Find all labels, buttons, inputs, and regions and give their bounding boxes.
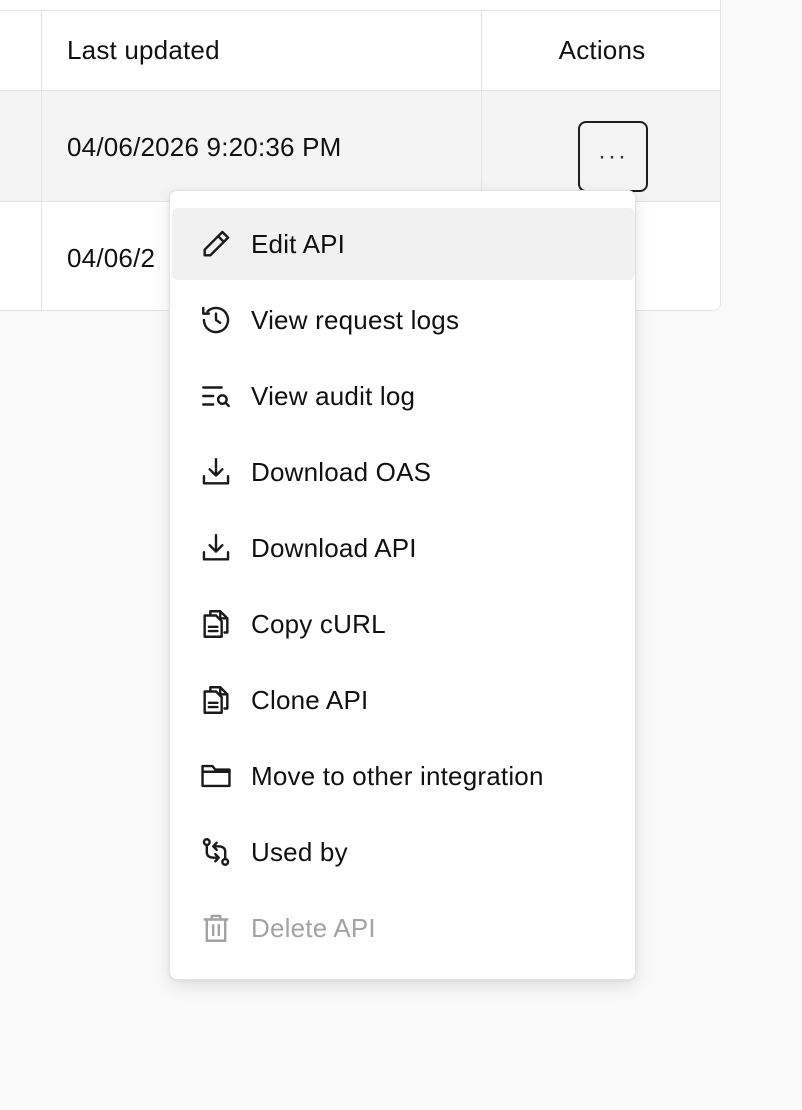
menu-item-move-to-other-integration[interactable]: Move to other integration [172, 740, 635, 812]
column-header-last-updated[interactable]: Last updated [67, 35, 220, 66]
menu-item-label: Used by [251, 836, 348, 867]
menu-item-label: Clone API [251, 684, 369, 715]
download-icon [198, 530, 234, 566]
pencil-icon [198, 226, 234, 262]
git-compare-icon [198, 834, 234, 870]
menu-item-download-api[interactable]: Download API [172, 512, 635, 584]
column-header-actions: Actions [558, 35, 646, 65]
menu-item-used-by[interactable]: Used by [172, 816, 635, 888]
more-horizontal-icon: ··· [598, 142, 628, 170]
copy-file-icon [198, 606, 234, 642]
trash-icon [198, 910, 234, 946]
column-divider [41, 10, 42, 310]
last-updated-cell: 04/06/2 [67, 243, 156, 273]
table-header-row: Last updated Actions [0, 10, 720, 90]
download-icon [198, 454, 234, 490]
list-search-icon [198, 378, 234, 414]
folder-icon [198, 758, 234, 794]
row-actions-more-button[interactable]: ··· [578, 121, 648, 192]
menu-item-label: Move to other integration [251, 760, 544, 791]
last-updated-cell: 04/06/2026 9:20:36 PM [67, 132, 342, 162]
copy-file-icon [198, 682, 234, 718]
menu-item-label: Download OAS [251, 456, 432, 487]
menu-item-clone-api[interactable]: Clone API [172, 664, 635, 736]
menu-item-label: Delete API [251, 912, 376, 943]
menu-item-label: Edit API [251, 228, 346, 259]
menu-item-label: Copy cURL [251, 608, 386, 639]
row-actions-menu: Edit API View request logs View audit lo… [169, 190, 636, 980]
history-icon [198, 302, 234, 338]
menu-item-label: View audit log [251, 380, 416, 411]
menu-item-edit-api[interactable]: Edit API [172, 208, 635, 280]
menu-item-copy-curl[interactable]: Copy cURL [172, 588, 635, 660]
menu-item-download-oas[interactable]: Download OAS [172, 436, 635, 508]
menu-item-label: Download API [251, 532, 417, 563]
menu-item-view-request-logs[interactable]: View request logs [172, 284, 635, 356]
menu-item-label: View request logs [251, 304, 460, 335]
menu-item-delete-api: Delete API [172, 892, 635, 964]
menu-item-view-audit-log[interactable]: View audit log [172, 360, 635, 432]
